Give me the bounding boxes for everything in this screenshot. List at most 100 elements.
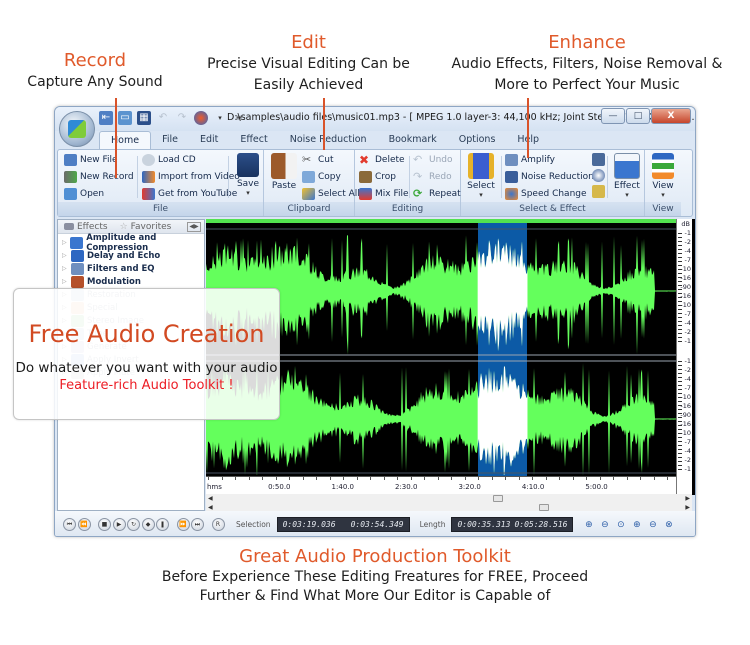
zoom-out-vertical-icon[interactable]: ⊖ [646, 519, 659, 531]
select-all-button[interactable]: Select All [302, 187, 360, 201]
rewind-button[interactable]: ⏪ [77, 518, 91, 531]
crop-icon [359, 171, 372, 183]
stop-button[interactable]: ■ [98, 518, 111, 531]
tab-effect[interactable]: Effect [229, 131, 278, 149]
load-cd-button[interactable]: Load CD [142, 153, 240, 167]
media-icon[interactable] [194, 111, 208, 125]
folder-open-icon [64, 188, 77, 200]
panel-nav-arrows[interactable]: ◀▶ [187, 221, 201, 232]
scroll-thumb[interactable] [493, 495, 503, 502]
mix-file-button[interactable]: Mix File [359, 187, 409, 201]
undo-icon[interactable]: ↶ [156, 111, 170, 125]
play-button[interactable]: ▶ [112, 518, 126, 531]
effect-dropdown-icon: ▾ [625, 191, 629, 199]
effects-icon [64, 223, 74, 230]
callout-record: Record Capture Any Sound [20, 50, 170, 93]
get-from-youtube-button[interactable]: Get from YouTube [142, 187, 240, 201]
pause-button[interactable]: ❚ [156, 518, 169, 531]
copy-button[interactable]: Copy [302, 170, 360, 184]
expand-icon[interactable]: ▷ [62, 278, 68, 285]
repeat-button[interactable]: ⟳ Repeat [413, 187, 461, 201]
db-tick [678, 369, 682, 370]
delete-icon: ✖ [359, 153, 370, 167]
expand-icon[interactable]: ▷ [62, 252, 68, 259]
zoom-selection-icon[interactable]: ⊙ [614, 519, 627, 531]
time-label: 4:10.0 [521, 483, 545, 491]
tab-effects[interactable]: Effects [58, 222, 114, 232]
time-tick [518, 477, 520, 480]
fast-forward-button[interactable]: ⏩ [176, 518, 190, 531]
repeat-icon: ⟳ [413, 187, 423, 200]
group-file-label: File [58, 202, 263, 216]
play-selection-button[interactable]: ◆ [141, 518, 155, 531]
delete-label: Delete [375, 155, 405, 165]
undo-icon: ↶ [413, 153, 423, 166]
effect-category-icon [70, 236, 84, 249]
new-file-button[interactable]: New File [64, 153, 134, 167]
close-button[interactable]: X [651, 108, 691, 124]
select-button[interactable]: Select ▾ [463, 153, 499, 199]
redo-icon[interactable]: ↷ [175, 111, 189, 125]
tab-file[interactable]: File [151, 131, 189, 149]
effect-small-1-icon[interactable] [592, 153, 605, 166]
tab-noise-reduction[interactable]: Noise Reduction [279, 131, 378, 149]
effect-button[interactable]: Effect ▾ [609, 153, 645, 199]
customize-dropdown-icon[interactable]: ▾ [213, 111, 227, 125]
loop-button[interactable]: ↻ [127, 518, 140, 531]
amplify-button[interactable]: Amplify [505, 153, 594, 167]
view-button[interactable]: View ▾ [645, 153, 681, 199]
horizontal-scrollbar[interactable]: ◀ ▶ [206, 494, 692, 503]
save-icon[interactable]: ▦ [137, 111, 151, 125]
cut-button[interactable]: ✂ Cut [302, 153, 360, 167]
tree-item-label: Delay and Echo [87, 250, 161, 261]
tab-edit[interactable]: Edit [189, 131, 229, 149]
app-menu-button[interactable] [59, 111, 95, 147]
cd-icon [142, 154, 155, 166]
open-button[interactable]: Open [64, 187, 134, 201]
tab-options[interactable]: Options [448, 131, 507, 149]
tree-item[interactable]: ▷ Amplitude and Compression [62, 233, 204, 253]
effect-small-3-icon[interactable] [592, 185, 605, 198]
scroll-right-icon[interactable]: ▶ [685, 494, 690, 503]
tree-item[interactable]: ▷ Filters and EQ [62, 262, 204, 275]
new-record-button[interactable]: New Record [64, 170, 134, 184]
expand-icon[interactable]: ▷ [62, 265, 68, 272]
skip-start-button[interactable]: ⏮ [63, 518, 76, 531]
redo-button[interactable]: ↷ Redo [413, 170, 461, 184]
select-label: Select [467, 181, 495, 191]
tab-bookmark[interactable]: Bookmark [378, 131, 448, 149]
callout-edit: Edit Precise Visual Editing Can be Easil… [200, 32, 417, 96]
tab-home[interactable]: Home [99, 131, 152, 149]
noise-reduction-button[interactable]: Noise Reduction [505, 170, 594, 184]
open-icon[interactable]: ▭ [118, 111, 132, 125]
speed-change-button[interactable]: Speed Change [505, 187, 594, 201]
zoom-in-icon[interactable]: ⊕ [582, 519, 595, 531]
undo-button[interactable]: ↶ Undo [413, 153, 461, 167]
skip-end-button[interactable]: ⏭ [191, 518, 204, 531]
import-from-video-button[interactable]: Import from Video [142, 170, 240, 184]
save-button[interactable]: Save ▾ [230, 153, 266, 197]
tree-item[interactable]: ▷ Modulation [62, 275, 204, 288]
maximize-button[interactable]: □ [626, 108, 650, 124]
tab-favorites[interactable]: ☆ Favorites [114, 222, 178, 232]
new-file-icon[interactable]: ⇤ [99, 111, 113, 125]
db-tick [678, 273, 682, 274]
select-dropdown-icon: ▾ [479, 191, 483, 199]
db-tick [678, 285, 682, 286]
minimize-button[interactable]: — [601, 108, 625, 124]
expand-icon[interactable]: ▷ [62, 239, 67, 246]
crop-button[interactable]: Crop [359, 170, 409, 184]
paste-button[interactable]: Paste [266, 153, 302, 191]
callout-record-text: Capture Any Sound [27, 74, 163, 90]
effect-small-2-icon[interactable] [592, 169, 605, 182]
zoom-out-icon[interactable]: ⊖ [598, 519, 611, 531]
zoom-in-vertical-icon[interactable]: ⊕ [630, 519, 643, 531]
time-tick [235, 477, 236, 480]
delete-button[interactable]: ✖ Delete [359, 153, 409, 167]
zoom-full-icon[interactable]: ⊗ [662, 519, 675, 531]
scroll-thumb-2[interactable] [539, 504, 549, 511]
record-button[interactable]: R [211, 518, 225, 531]
scroll-left-icon[interactable]: ◀ [208, 494, 213, 503]
time-tick [343, 477, 344, 480]
db-tick [678, 265, 682, 266]
